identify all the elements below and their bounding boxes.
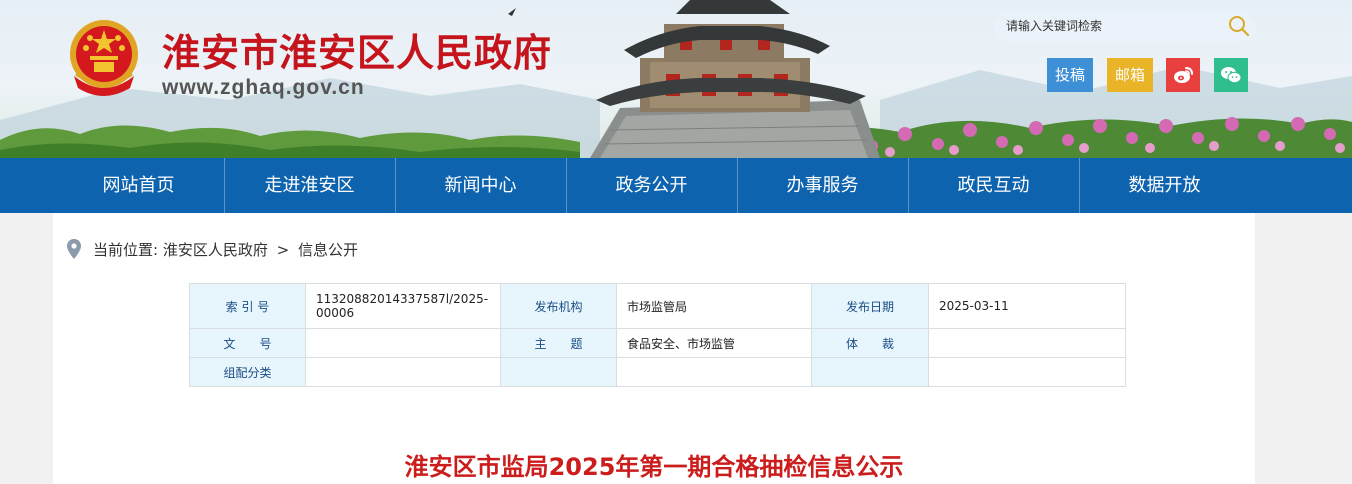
- nav-item-gov-affairs[interactable]: 政务公开: [566, 158, 737, 213]
- nav-item-home[interactable]: 网站首页: [53, 158, 224, 213]
- meta-label-empty: [500, 357, 617, 387]
- breadcrumb-item-info-public[interactable]: 信息公开: [298, 241, 358, 259]
- submit-article-button[interactable]: 投稿: [1047, 58, 1093, 92]
- national-emblem-logo: [70, 20, 138, 96]
- nav-item-about[interactable]: 走进淮安区: [224, 158, 395, 213]
- wechat-icon: [1221, 67, 1242, 84]
- meta-value-empty: [616, 357, 812, 387]
- nav-item-services[interactable]: 办事服务: [737, 158, 908, 213]
- nav-item-interaction[interactable]: 政民互动: [908, 158, 1079, 213]
- nav-item-news[interactable]: 新闻中心: [395, 158, 566, 213]
- meta-value-publisher: 市场监管局: [616, 283, 812, 329]
- breadcrumb-prefix: 当前位置:: [93, 241, 159, 259]
- breadcrumb-separator: >: [276, 241, 290, 259]
- meta-label-empty: [811, 357, 929, 387]
- search-box: [994, 10, 1256, 42]
- meta-label-subject: 主 题: [500, 328, 617, 358]
- meta-value-subject: 食品安全、市场监管: [616, 328, 812, 358]
- search-input[interactable]: [1006, 17, 1216, 35]
- table-row: 索 引 号 11320882014337587l/2025-00006 发布机构…: [189, 283, 1126, 329]
- nav-item-open-data[interactable]: 数据开放: [1079, 158, 1250, 213]
- meta-label-category: 组配分类: [189, 357, 306, 387]
- breadcrumb-item-home[interactable]: 淮安区人民政府: [163, 241, 268, 259]
- meta-value-category: [305, 357, 501, 387]
- meta-label-doc-number: 文 号: [189, 328, 306, 358]
- meta-label-publisher: 发布机构: [500, 283, 617, 329]
- article-title: 淮安区市监局2025年第一期合格抽检信息公示: [404, 453, 904, 481]
- site-banner: 淮安市淮安区人民政府 www.zghaq.gov.cn 投稿 邮箱: [0, 0, 1352, 158]
- weibo-button[interactable]: [1166, 58, 1200, 92]
- meta-value-genre: [928, 328, 1126, 358]
- wechat-button[interactable]: [1214, 58, 1248, 92]
- site-url: www.zghaq.gov.cn: [162, 76, 365, 99]
- location-pin-icon: [67, 239, 81, 259]
- mailbox-button[interactable]: 邮箱: [1107, 58, 1153, 92]
- meta-label-index-number: 索 引 号: [189, 283, 306, 329]
- meta-label-genre: 体 裁: [811, 328, 929, 358]
- table-row: 文 号 主 题 食品安全、市场监管 体 裁: [189, 328, 1126, 358]
- table-row: 组配分类: [189, 357, 1126, 387]
- meta-value-publish-date: 2025-03-11: [928, 283, 1126, 329]
- search-icon[interactable]: [1227, 14, 1251, 38]
- meta-value-index-number: 11320882014337587l/2025-00006: [305, 283, 501, 329]
- content-panel: 当前位置: 淮安区人民政府 > 信息公开 索 引 号 1132088201433…: [53, 213, 1255, 484]
- meta-label-publish-date: 发布日期: [811, 283, 929, 329]
- main-nav: 网站首页 走进淮安区 新闻中心 政务公开 办事服务 政民互动 数据开放: [0, 158, 1352, 213]
- weibo-icon: [1174, 67, 1193, 83]
- meta-value-doc-number: [305, 328, 501, 358]
- site-title: 淮安市淮安区人民政府: [162, 30, 553, 75]
- meta-value-empty: [928, 357, 1126, 387]
- document-meta-table: 索 引 号 11320882014337587l/2025-00006 发布机构…: [189, 283, 1126, 387]
